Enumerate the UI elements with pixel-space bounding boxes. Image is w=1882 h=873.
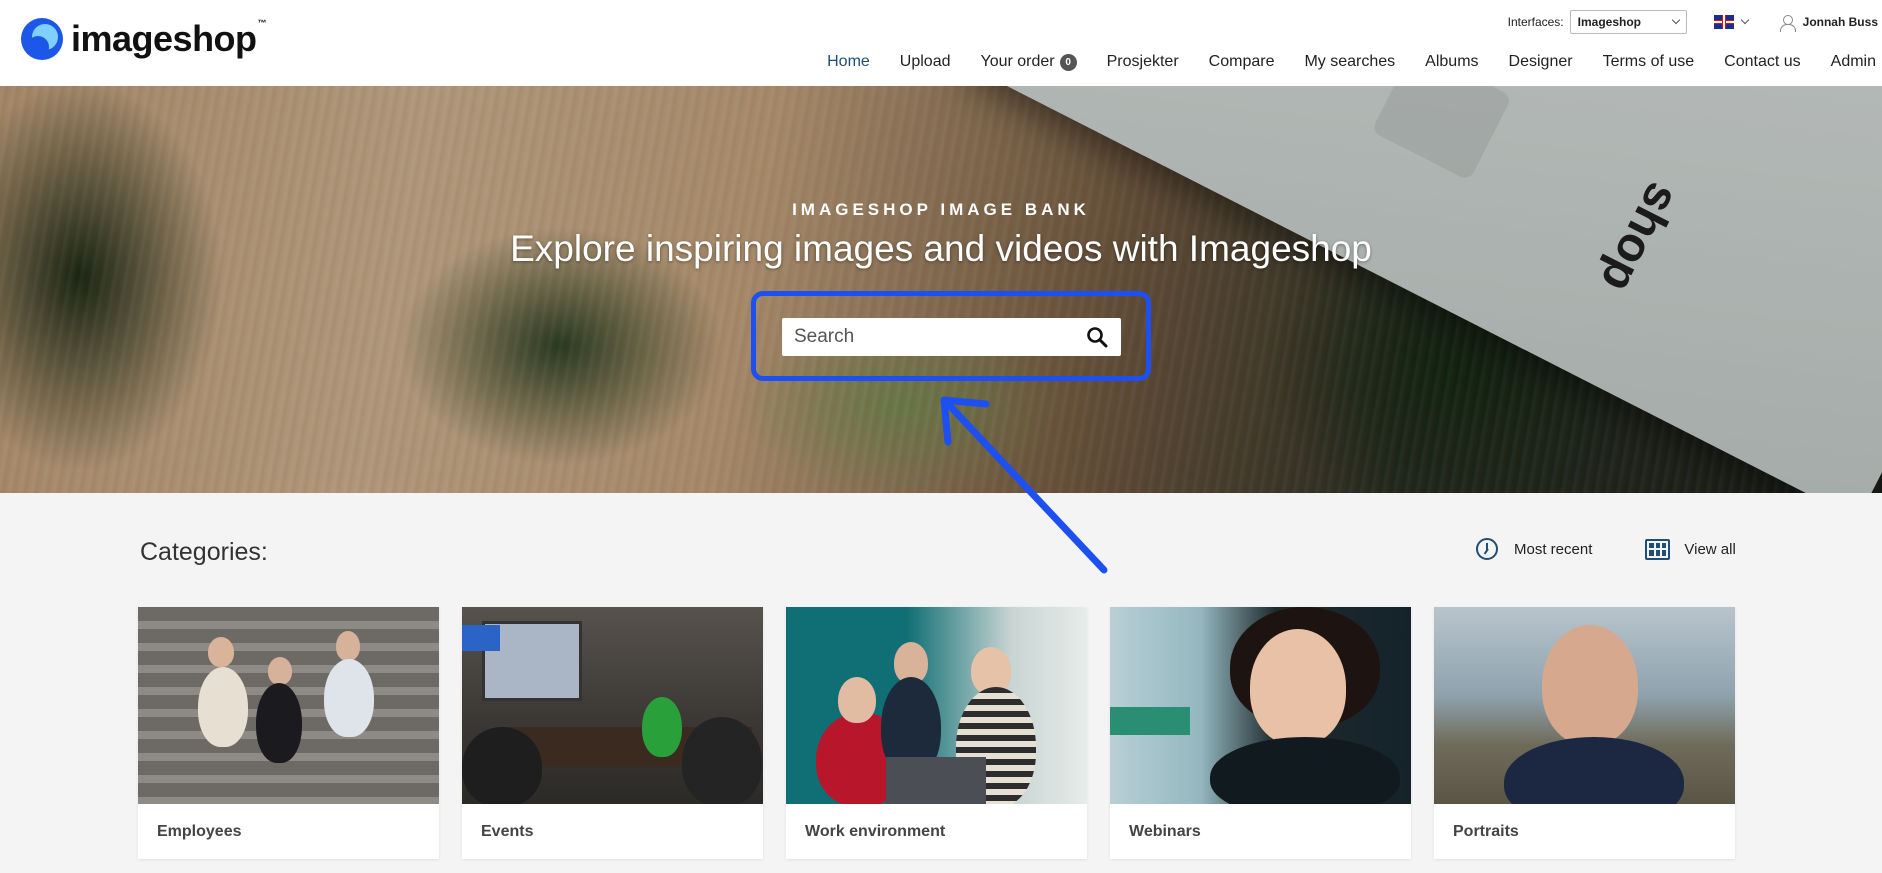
- categories-title: Categories:: [140, 538, 268, 566]
- search-input[interactable]: [794, 326, 1085, 348]
- grid-icon: [1645, 538, 1671, 560]
- nav-your-order[interactable]: Your order 0: [981, 53, 1077, 71]
- imageshop-logo[interactable]: imageshop™: [21, 18, 267, 60]
- category-label: Portraits: [1453, 822, 1519, 840]
- user-icon: [1779, 14, 1796, 32]
- interface-select[interactable]: Imageshop: [1569, 10, 1687, 34]
- category-label: Webinars: [1129, 822, 1201, 840]
- main-nav: Home Upload Your order 0 Prosjekter Compa…: [797, 53, 1876, 71]
- nav-compare[interactable]: Compare: [1209, 53, 1275, 71]
- nav-terms-of-use[interactable]: Terms of use: [1603, 53, 1695, 71]
- nav-albums[interactable]: Albums: [1425, 53, 1478, 71]
- interface-select-value: Imageshop: [1577, 15, 1641, 29]
- hero-kicker: IMAGESHOP IMAGE BANK: [792, 200, 1090, 219]
- clock-icon: [1476, 538, 1498, 560]
- category-image: [1434, 607, 1735, 804]
- category-cards: Employees Events Work environment Webina…: [138, 607, 1735, 859]
- view-all-link[interactable]: View all: [1592, 538, 1736, 560]
- logo-mark-icon: [21, 18, 63, 60]
- hero-headline: Explore inspiring images and videos with…: [510, 228, 1372, 269]
- nav-designer[interactable]: Designer: [1509, 53, 1573, 71]
- category-card-work-environment[interactable]: Work environment: [786, 607, 1087, 859]
- category-label: Events: [481, 822, 534, 840]
- site-header: imageshop™ Interfaces: Imageshop Jonnah …: [0, 0, 1882, 86]
- most-recent-label: Most recent: [1514, 540, 1593, 558]
- nav-prosjekter[interactable]: Prosjekter: [1107, 53, 1179, 71]
- category-card-webinars[interactable]: Webinars: [1110, 607, 1411, 859]
- category-card-portraits[interactable]: Portraits: [1434, 607, 1735, 859]
- most-recent-link[interactable]: Most recent: [1476, 538, 1592, 560]
- category-label: Work environment: [805, 822, 946, 840]
- logo-text: imageshop™: [71, 18, 267, 59]
- category-card-employees[interactable]: Employees: [138, 607, 439, 859]
- top-utility-bar: Interfaces: Imageshop Jonnah Buss: [1508, 10, 1878, 34]
- uk-flag-icon[interactable]: [1713, 15, 1734, 29]
- nav-home[interactable]: Home: [827, 53, 870, 71]
- nav-admin[interactable]: Admin: [1831, 53, 1876, 71]
- annotation-arrow: [940, 396, 1108, 574]
- category-image: [1110, 607, 1411, 804]
- category-card-events[interactable]: Events: [462, 607, 763, 859]
- nav-my-searches[interactable]: My searches: [1304, 53, 1395, 71]
- chevron-down-icon[interactable]: [1740, 15, 1749, 25]
- order-count-badge: 0: [1059, 53, 1077, 71]
- category-label: Employees: [157, 822, 242, 840]
- interfaces-label: Interfaces:: [1507, 15, 1564, 29]
- nav-upload[interactable]: Upload: [900, 53, 951, 71]
- user-name[interactable]: Jonnah Buss: [1803, 15, 1878, 29]
- chevron-down-icon: [1671, 15, 1680, 25]
- category-image: [786, 607, 1087, 804]
- search-icon[interactable]: [1085, 325, 1109, 349]
- category-image: [138, 607, 439, 804]
- search-box[interactable]: [782, 318, 1121, 356]
- nav-contact-us[interactable]: Contact us: [1724, 53, 1800, 71]
- categories-actions: Most recent View all: [1476, 538, 1736, 560]
- category-image: [462, 607, 763, 804]
- view-all-label: View all: [1684, 540, 1736, 558]
